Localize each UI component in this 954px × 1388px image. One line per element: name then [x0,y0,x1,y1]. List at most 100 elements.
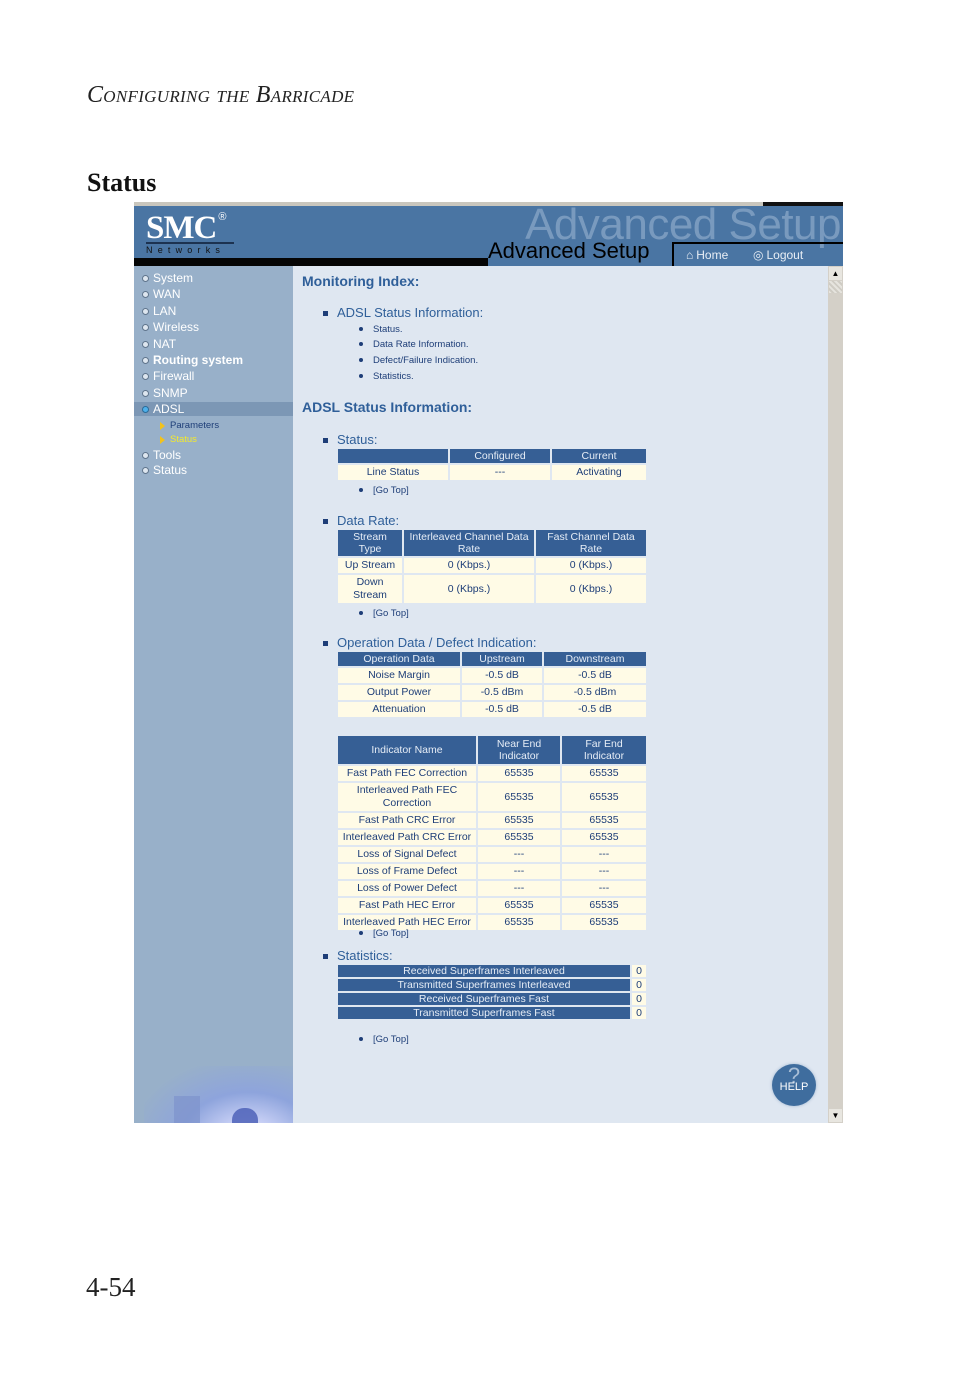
header-title: Advanced Setup [488,238,650,263]
sidebar-item-label: Status [153,463,188,477]
bullet-icon [142,340,149,348]
table-row: Received Superframes Fast 0 [338,993,646,1005]
logout-link[interactable]: ◎ Logout [753,248,803,262]
help-button[interactable]: ? HELP [772,1064,816,1106]
scroll-up-icon[interactable]: ▲ [829,267,842,280]
table-cell: Attenuation [338,702,460,717]
index-link-data-rate[interactable]: Data Rate Information. [359,339,469,350]
sidebar-subitem-label: Status [170,434,197,445]
sidebar-photo [144,1066,293,1123]
sidebar-item-lan[interactable]: LAN [142,304,176,318]
vertical-scrollbar[interactable]: ▲ ▼ [828,266,843,1123]
table-cell: 65535 [562,766,646,781]
bullet-icon [359,611,363,616]
index-link-status[interactable]: Status. [359,324,403,335]
column-header: Current [552,449,646,463]
table-cell: 65535 [562,830,646,845]
index-link-defect[interactable]: Defect/Failure Indication. [359,355,478,366]
table-cell: Loss of Power Defect [338,881,476,896]
table-row: Fast Path HEC Error 65535 65535 [338,898,646,913]
logo-divider [146,242,234,244]
table-cell: --- [478,864,560,879]
go-top-link[interactable]: [Go Top] [359,928,409,939]
data-rate-table: Stream Type Interleaved Channel Data Rat… [336,528,648,605]
status-table: Configured Current Line Status --- Activ… [336,447,648,482]
table-cell: 0 [632,1007,646,1019]
sidebar-item-label: Routing system [153,353,244,367]
bullet-icon [359,1037,363,1042]
brand-sub: Networks [146,245,226,255]
sidebar-item-system[interactable]: System [142,271,193,285]
table-row: Transmitted Superframes Fast 0 [338,1007,646,1019]
operation-subheading: Operation Data / Defect Indication: [323,635,536,650]
column-header: Stream Type [338,530,402,556]
table-cell: 65535 [562,898,646,913]
table-cell: 65535 [478,813,560,828]
operation-data-table: Operation Data Upstream Downstream Noise… [336,650,648,719]
sidebar-item-label: WAN [153,287,181,301]
table-cell: Down Stream [338,575,402,603]
page-number: 4-54 [86,1272,136,1302]
table-cell: Fast Path FEC Correction [338,766,476,781]
running-head: Configuring the Barricade [87,82,355,108]
column-header: Configured [450,449,550,463]
router-screenshot: Advanced Setup SMC ® Networks Advanced Se… [134,202,843,1123]
sidebar-item-adsl[interactable]: ADSL [134,402,301,416]
sidebar-item-wan[interactable]: WAN [142,287,181,301]
arrow-icon [160,435,165,444]
registered-mark: ® [218,211,226,223]
sidebar-item-label: SNMP [153,386,188,400]
bullet-icon [142,290,149,298]
bullet-icon [142,356,149,364]
table-cell: --- [562,864,646,879]
go-top-link[interactable]: [Go Top] [359,608,409,619]
index-link-label: Defect/Failure Indication. [373,355,479,366]
table-cell: Loss of Frame Defect [338,864,476,879]
sidebar-item-snmp[interactable]: SNMP [142,386,188,400]
table-cell: --- [478,847,560,862]
table-cell: --- [562,881,646,896]
sidebar-subitem-parameters[interactable]: Parameters [160,420,219,431]
table-row: Down Stream 0 (Kbps.) 0 (Kbps.) [338,575,646,603]
bullet-icon [142,466,149,474]
square-bullet-icon [323,641,328,647]
sidebar-subitem-status[interactable]: Status [160,434,197,445]
table-row: Interleaved Path FEC Correction 65535 6553… [338,783,646,811]
bullet-icon [142,389,149,397]
home-label: Home [696,248,729,262]
sidebar-item-routing-system[interactable]: Routing system [142,353,243,367]
column-header [338,449,448,463]
table-cell: 0 [632,965,646,977]
bullet-icon [142,372,149,380]
table-row: Loss of Frame Defect --- --- [338,864,646,879]
index-adsl-status-link[interactable]: ADSL Status Information: [323,305,483,320]
table-cell: Line Status [338,465,448,480]
index-link-statistics[interactable]: Statistics. [359,371,414,382]
statistics-subheading-label: Statistics: [337,948,393,963]
bullet-icon [359,342,363,347]
table-cell: 65535 [478,898,560,913]
row-label: Received Superframes Fast [338,993,630,1005]
sidebar-item-firewall[interactable]: Firewall [142,369,194,383]
go-top-link[interactable]: [Go Top] [359,1034,409,1045]
sidebar-item-nat[interactable]: NAT [142,337,176,351]
table-cell: -0.5 dB [544,702,646,717]
scroll-down-icon[interactable]: ▼ [829,1109,842,1122]
table-cell: Activating [552,465,646,480]
bullet-icon [359,327,363,332]
table-cell: -0.5 dBm [462,685,542,700]
sidebar-item-wireless[interactable]: Wireless [142,320,199,334]
brand-name: SMC [146,210,217,246]
sidebar-item-tools[interactable]: Tools [142,448,181,462]
sidebar-item-status[interactable]: Status [142,463,187,477]
table-cell: 0 (Kbps.) [404,575,534,603]
sidebar-item-label: Wireless [153,320,200,334]
scroll-thumb[interactable] [829,281,842,293]
go-top-link[interactable]: [Go Top] [359,485,409,496]
table-cell: --- [478,881,560,896]
table-row: Interleaved Path CRC Error 65535 65535 [338,830,646,845]
nav-box-border [674,242,843,244]
table-row: Loss of Power Defect --- --- [338,881,646,896]
home-link[interactable]: ⌂ Home [686,248,728,262]
sidebar-item-label: Firewall [153,369,195,383]
